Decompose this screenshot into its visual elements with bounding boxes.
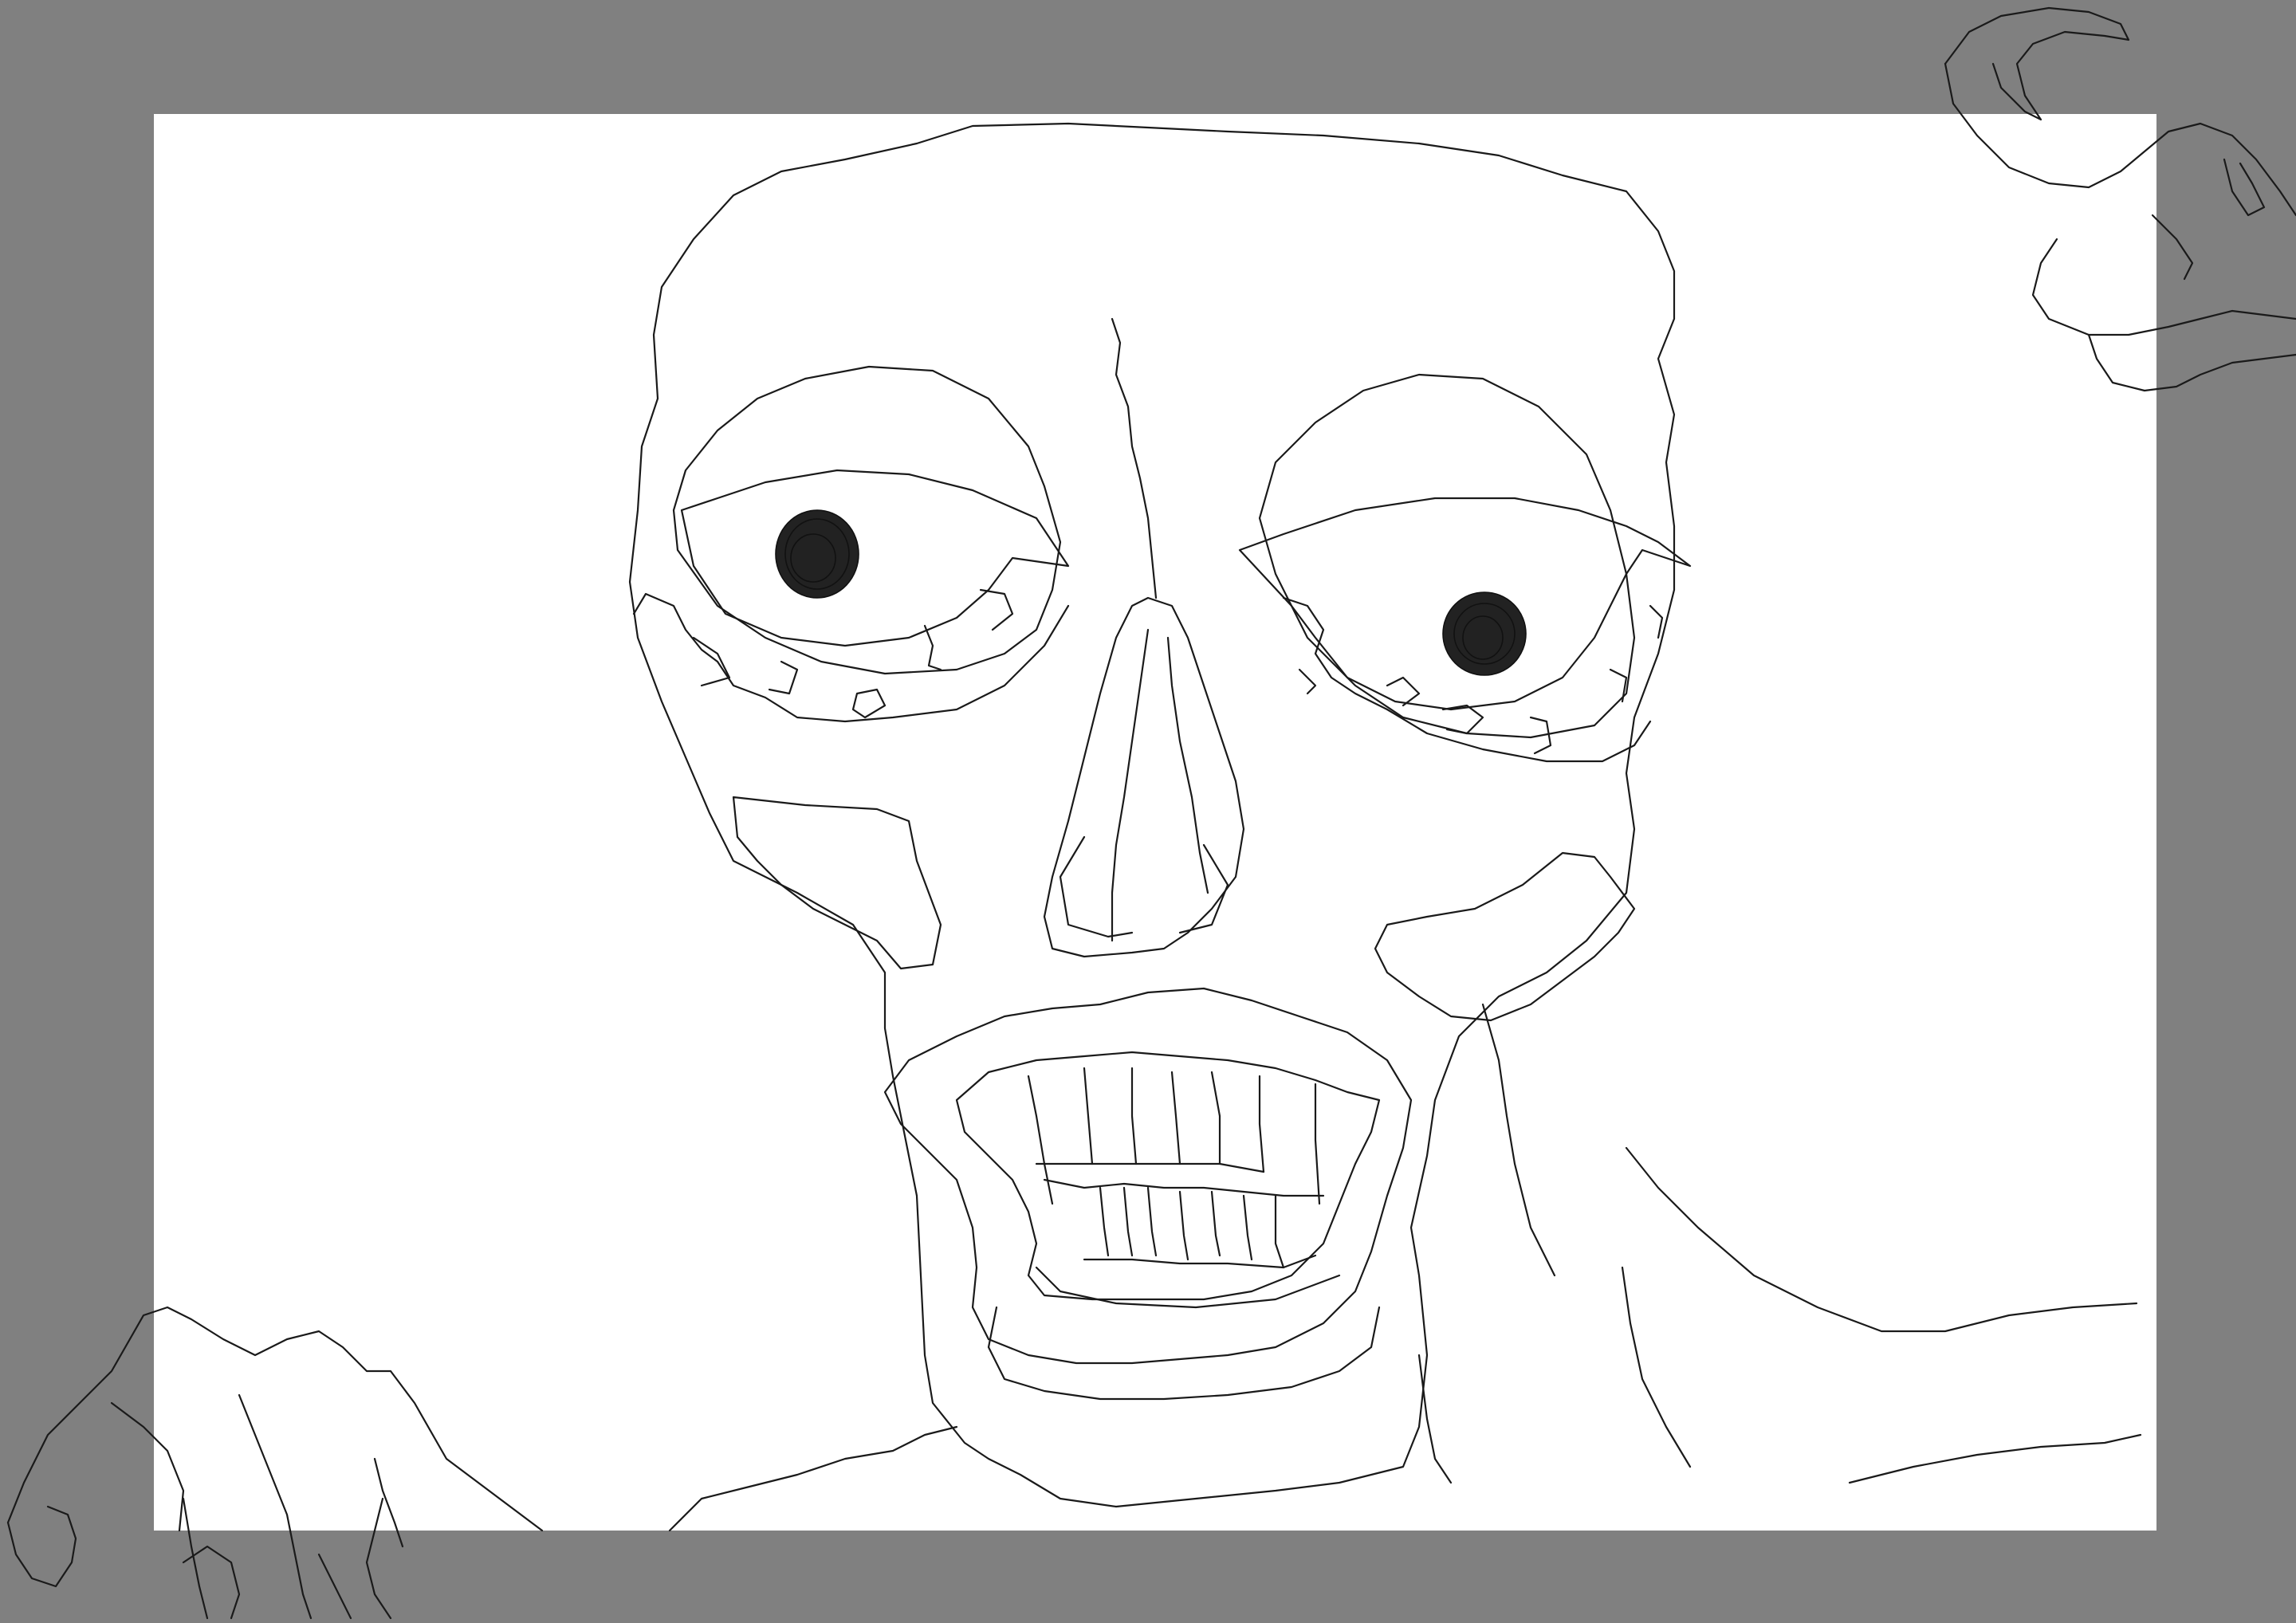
neck-left xyxy=(668,1425,958,1532)
left-pupil xyxy=(775,509,859,599)
upper-teeth xyxy=(1027,1067,1321,1205)
right-eye-socket xyxy=(1258,373,1636,739)
mouth-outer xyxy=(883,987,1413,1365)
left-cheek xyxy=(732,796,942,970)
right-pupil xyxy=(1442,591,1527,676)
claw-top-right xyxy=(1944,6,2296,392)
right-cheek xyxy=(1374,851,1636,1022)
lower-teeth xyxy=(1035,1178,1341,1309)
line-drawing xyxy=(6,6,2296,1620)
claw-bottom-left xyxy=(6,1306,544,1620)
shoulder-right xyxy=(1625,1146,2138,1333)
neck-right xyxy=(1417,1354,1453,1484)
left-eye-socket xyxy=(672,365,1062,675)
left-eye-inner xyxy=(680,469,1070,647)
workspace[interactable] xyxy=(0,0,2296,1623)
